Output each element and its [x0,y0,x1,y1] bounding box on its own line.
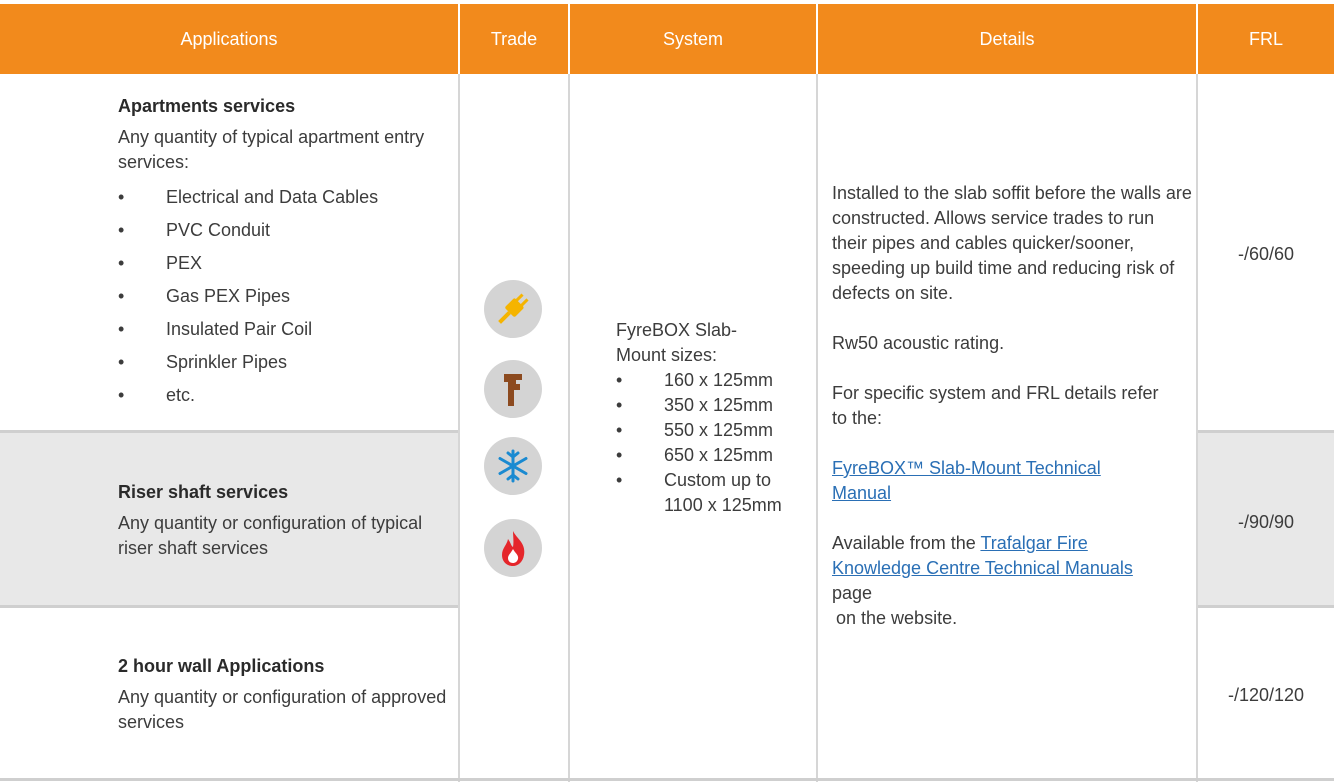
technical-manual-link[interactable]: FyreBOX™ Slab-Mount Technical Manual [832,458,1101,503]
application-title: 2 hour wall Applications [118,656,325,676]
header-system: System [570,4,816,74]
list-item: PEX [118,251,454,284]
system-sizes-list: 160 x 125mm 350 x 125mm 550 x 125mm 650 … [616,368,812,518]
column-divider [1196,74,1198,782]
application-cell-riser: Riser shaft services Any quantity or con… [118,480,454,561]
details-acoustic-rating: Rw50 acoustic rating. [832,333,1005,353]
frl-value: -/60/60 [1237,244,1295,264]
header-applications: Applications [0,4,458,74]
fire-flame-icon [484,519,542,577]
application-description: Any quantity or configuration of approve… [118,687,447,732]
list-item: Electrical and Data Cables [118,185,454,218]
system-cell: FyreBOX Slab-Mount sizes: 160 x 125mm 35… [616,318,812,518]
apartment-services-list: Electrical and Data Cables PVC Conduit P… [118,185,454,416]
details-paragraph: Installed to the slab soffit before the … [832,183,1192,303]
list-item: PVC Conduit [118,218,454,251]
details-cell: Installed to the slab soffit before the … [832,181,1192,631]
header-frl: FRL [1198,4,1334,74]
hvac-snowflake-icon [484,437,542,495]
row-divider [1198,605,1334,608]
row-divider [0,430,458,433]
system-intro: FyreBOX Slab-Mount sizes: [616,320,738,365]
size-item: 650 x 125mm [616,443,812,468]
list-item: Gas PEX Pipes [118,284,454,317]
size-item: Custom up to 1100 x 125mm [616,468,784,518]
frl-value: -/90/90 [1237,512,1295,532]
row-divider [1198,430,1334,433]
application-description: Any quantity or configuration of typical… [118,513,423,558]
column-divider [816,74,818,782]
application-cell-2hr-wall: 2 hour wall Applications Any quantity or… [118,654,454,735]
application-description: Any quantity of typical apartment entry … [118,127,425,172]
column-divider [458,74,460,782]
list-item: Insulated Pair Coil [118,317,454,350]
table-header: Applications Trade System Details FRL [0,4,1334,74]
website-suffix: on the website. [836,608,958,628]
list-item: Sprinkler Pipes [118,350,454,383]
size-item: 350 x 125mm [616,393,812,418]
details-paragraph: For specific system and FRL details refe… [832,383,1159,428]
header-details: Details [818,4,1196,74]
available-prefix: Available from the [832,533,976,553]
application-title: Riser shaft services [118,482,289,502]
frl-value: -/120/120 [1227,685,1305,705]
table-bottom-border [0,778,1334,781]
list-item: etc. [118,383,454,416]
electrical-plug-icon [484,280,542,338]
size-item: 160 x 125mm [616,368,812,393]
row-divider [0,605,458,608]
application-title: Apartments services [118,96,296,116]
header-trade: Trade [460,4,568,74]
page-word: page [832,583,873,603]
plumbing-wrench-icon [484,360,542,418]
column-divider [568,74,570,782]
size-item: 550 x 125mm [616,418,812,443]
application-cell-apartments: Apartments services Any quantity of typi… [118,94,454,183]
